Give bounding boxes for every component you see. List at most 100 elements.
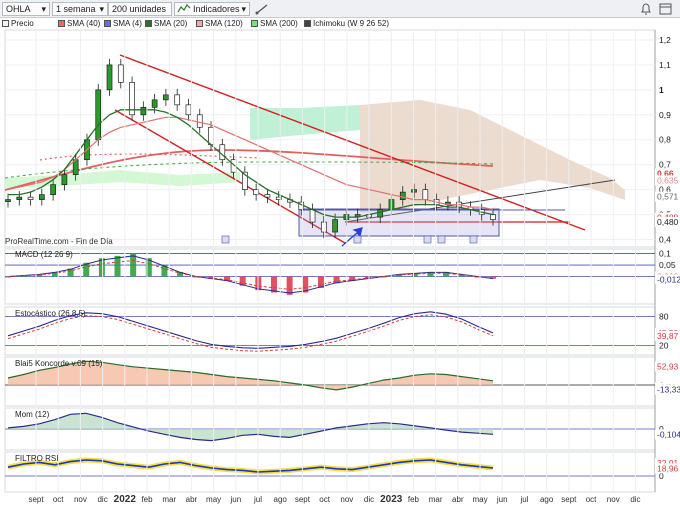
legend-item-precio[interactable]: Precio <box>2 19 34 30</box>
candle-body <box>490 214 496 220</box>
panel-title-macd: MACD (12 26 9) <box>15 250 73 259</box>
indicators-label: Indicadores <box>193 4 240 14</box>
candle-body <box>117 64 124 83</box>
event-marker-icon <box>437 235 446 244</box>
x-tick-label: sept <box>561 495 577 504</box>
candle-body <box>151 99 158 108</box>
legend-item-sma4[interactable]: SMA (4) <box>104 19 142 30</box>
legend-swatch <box>196 20 203 27</box>
price-tag: 0,480 <box>657 217 679 227</box>
candle-body <box>320 221 327 233</box>
legend-swatch <box>145 20 152 27</box>
x-tick-label: nov <box>74 495 87 504</box>
price-tag: -13,33 <box>657 385 680 395</box>
consolidation-box <box>298 208 500 237</box>
candle-body <box>38 194 45 200</box>
y-tick-label: 20 <box>659 340 669 350</box>
x-tick-label: oct <box>319 495 330 504</box>
period-label: 1 semana <box>56 4 96 14</box>
panel-title-koncorde: Blai5 Koncorde v.09 (15) <box>15 359 103 368</box>
x-tick-label: nov <box>340 495 353 504</box>
event-marker-icon <box>353 235 362 244</box>
y-tick-label: 1 <box>659 85 664 95</box>
ticker-label: OHLA <box>6 4 31 14</box>
period-select[interactable]: 1 semana ▾ <box>52 2 108 16</box>
toolbar: OHLA ▾ 1 semana ▾ 200 unidades ▾ Indicad… <box>0 0 680 18</box>
ticker-select[interactable]: OHLA ▾ <box>2 2 50 16</box>
legend-label: SMA (20) <box>154 19 188 28</box>
price-tag: -0,104 <box>657 429 680 439</box>
legend: Precio SMA (40) SMA (4) SMA (20) SMA (12… <box>0 18 660 30</box>
x-tick-label: jun <box>229 495 241 504</box>
indicators-icon <box>177 4 191 13</box>
drawing-tools-icon[interactable] <box>254 2 270 16</box>
legend-swatch <box>104 20 111 27</box>
x-tick-label: dic <box>97 495 107 504</box>
candle-body <box>264 194 271 198</box>
event-marker-icon <box>469 235 478 244</box>
x-tick-label: ago <box>540 495 554 504</box>
candle-body <box>377 209 384 218</box>
chevron-down-icon: ▾ <box>99 4 104 14</box>
chevron-down-icon: ▾ <box>241 4 246 14</box>
x-tick-label: jul <box>519 495 528 504</box>
x-tick-label: jun <box>496 495 508 504</box>
x-tick-label: feb <box>141 495 153 504</box>
legend-label: SMA (200) <box>260 19 298 28</box>
x-tick-label: mar <box>429 495 443 504</box>
chevron-down-icon: ▾ <box>163 15 168 16</box>
candle-body <box>208 126 214 146</box>
x-tick-label: abr <box>186 495 198 504</box>
legend-item-ichimoku[interactable]: Ichimoku (W 9 26 52) <box>304 19 389 30</box>
panel-title-filtro-rsi: FILTRO RSI <box>15 454 59 463</box>
legend-label: SMA (120) <box>205 19 243 28</box>
x-tick-label: sept <box>295 495 311 504</box>
x-tick-label: may <box>472 495 487 504</box>
y-tick-label: 0,1 <box>659 249 671 259</box>
y-tick-label: 1,2 <box>659 35 671 45</box>
legend-item-sma200[interactable]: SMA (200) <box>251 19 298 30</box>
price-tag: 52,93 <box>657 361 679 371</box>
price-tag: 0,635 <box>657 175 679 185</box>
macd-histogram-bar <box>286 276 293 295</box>
candle-body <box>163 94 169 101</box>
legend-swatch <box>58 20 65 27</box>
candle-body <box>27 196 34 200</box>
legend-item-sma120[interactable]: SMA (120) <box>196 19 243 30</box>
candle-body <box>106 64 113 91</box>
x-tick-label: ago <box>274 495 288 504</box>
alert-bell-icon[interactable] <box>638 2 654 16</box>
candle-body <box>219 144 226 161</box>
candle-body <box>50 184 56 195</box>
legend-item-sma20[interactable]: SMA (20) <box>145 19 187 30</box>
price-tag: -0,012 <box>657 274 680 284</box>
candle-body <box>196 114 203 128</box>
event-marker-icon <box>423 235 432 244</box>
legend-label: SMA (4) <box>113 19 142 28</box>
x-tick-label: oct <box>53 495 64 504</box>
macd-histogram-bar <box>114 255 121 277</box>
window-icon[interactable] <box>658 2 674 16</box>
legend-swatch <box>2 20 9 27</box>
candle-body <box>5 199 11 202</box>
x-tick-label: dic <box>364 495 374 504</box>
legend-label: SMA (40) <box>67 19 101 28</box>
x-tick-label: may <box>206 495 221 504</box>
x-tick-label: 2022 <box>114 494 137 505</box>
x-tick-label: mar <box>162 495 176 504</box>
price-tag: 18,96 <box>657 463 679 473</box>
indicators-button[interactable]: Indicadores ▾ <box>174 2 250 16</box>
event-marker-icon <box>221 235 230 244</box>
price-tag: 0,571 <box>657 192 679 202</box>
x-tick-label: sept <box>28 495 44 504</box>
y-tick-label: 0,9 <box>659 110 671 120</box>
candle-body <box>95 89 102 141</box>
units-label: 200 unidades <box>112 4 167 14</box>
y-tick-label: 0,8 <box>659 135 671 145</box>
candle-body <box>61 174 68 185</box>
legend-item-sma40[interactable]: SMA (40) <box>58 19 100 30</box>
chevron-down-icon: ▾ <box>41 4 46 14</box>
legend-swatch <box>251 20 258 27</box>
units-select[interactable]: 200 unidades ▾ <box>108 2 172 16</box>
y-tick-label: 0,4 <box>659 235 671 245</box>
